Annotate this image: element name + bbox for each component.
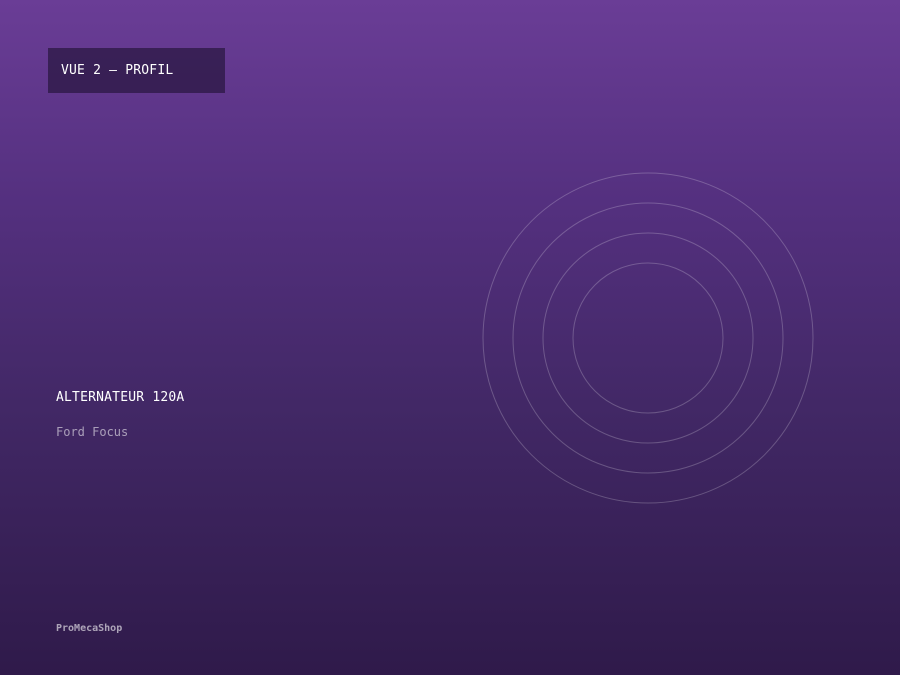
ring-outer bbox=[482, 172, 814, 504]
product-name: ALTERNATEUR 120A bbox=[56, 390, 185, 405]
concentric-rings-icon bbox=[482, 172, 814, 504]
brand-name: ProMecaShop bbox=[56, 623, 123, 634]
product-model: Ford Focus bbox=[56, 425, 129, 439]
view-label: VUE 2 — PROFIL bbox=[48, 48, 225, 93]
ring-inner bbox=[572, 262, 724, 414]
ring-2 bbox=[512, 202, 784, 474]
ring-3 bbox=[542, 232, 754, 444]
